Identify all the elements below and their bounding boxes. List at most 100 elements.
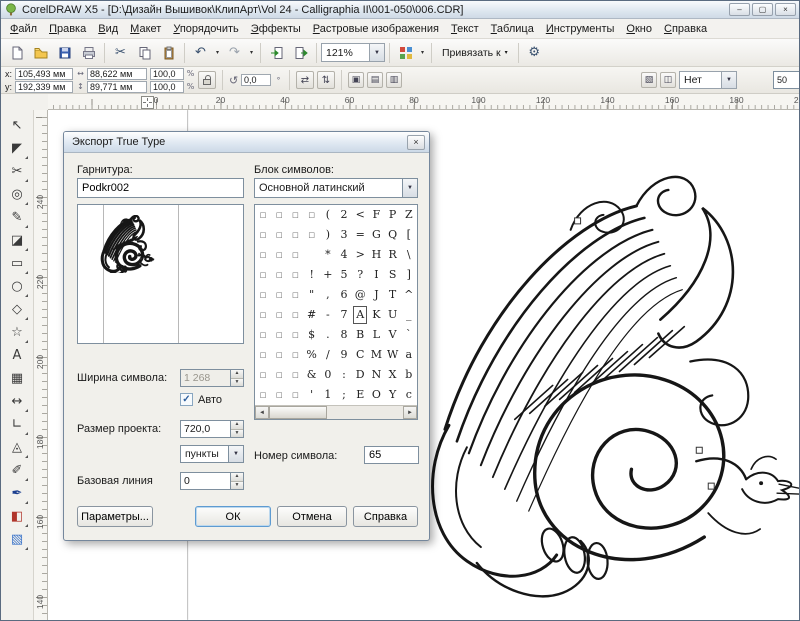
dropdown-icon[interactable]: ▼ bbox=[369, 44, 384, 61]
char-cell[interactable]: 6 bbox=[336, 285, 352, 305]
char-cell[interactable] bbox=[304, 245, 320, 265]
char-cell[interactable]: □ bbox=[255, 265, 271, 285]
to-front-button[interactable]: ▧ bbox=[641, 72, 657, 88]
char-cell[interactable]: I bbox=[368, 265, 384, 285]
scroll-left-icon[interactable]: ◄ bbox=[255, 406, 269, 419]
char-cell[interactable]: 2 bbox=[336, 205, 352, 225]
char-cell[interactable]: @ bbox=[352, 285, 368, 305]
char-cell[interactable]: □ bbox=[255, 385, 271, 405]
auto-checkbox[interactable]: ✓ Авто bbox=[180, 393, 222, 406]
char-cell[interactable]: □ bbox=[255, 365, 271, 385]
char-cell[interactable]: □ bbox=[287, 205, 303, 225]
char-cell[interactable]: ) bbox=[320, 225, 336, 245]
crop-tool[interactable]: ✂ bbox=[5, 160, 29, 183]
wrap-text-button-1[interactable]: ▣ bbox=[348, 72, 364, 88]
pick-tool[interactable]: ↖ bbox=[5, 114, 29, 137]
char-cell[interactable]: □ bbox=[255, 345, 271, 365]
application-launcher-button[interactable] bbox=[394, 42, 417, 64]
char-cell[interactable]: 1 bbox=[320, 385, 336, 405]
char-cell[interactable]: V bbox=[385, 325, 401, 345]
cancel-button[interactable]: Отмена bbox=[277, 506, 347, 527]
mirror-horizontal-button[interactable]: ⇄ bbox=[296, 71, 314, 89]
zoom-level-combo[interactable]: 121% ▼ bbox=[321, 43, 385, 62]
scrollbar-thumb[interactable] bbox=[269, 406, 327, 419]
menu-item-11[interactable]: Справка bbox=[658, 20, 713, 38]
char-cell[interactable]: c bbox=[401, 385, 417, 405]
launcher-dropdown[interactable]: ▾ bbox=[418, 42, 427, 64]
char-grid-scrollbar[interactable]: ◄ ► bbox=[255, 405, 417, 419]
char-cell[interactable]: □ bbox=[271, 265, 287, 285]
char-cell[interactable]: □ bbox=[255, 325, 271, 345]
minimize-button[interactable]: – bbox=[729, 3, 750, 16]
char-cell[interactable]: □ bbox=[255, 205, 271, 225]
ok-button[interactable]: ОК bbox=[195, 506, 271, 527]
char-cell[interactable]: □ bbox=[287, 325, 303, 345]
mirror-vertical-button[interactable]: ⇅ bbox=[317, 71, 335, 89]
ruler-origin[interactable] bbox=[141, 96, 154, 109]
baseline-spinner[interactable]: 0 ▲▼ bbox=[180, 472, 244, 490]
checkbox-check-icon[interactable]: ✓ bbox=[180, 393, 193, 406]
project-size-spinner[interactable]: 720,0 ▲▼ bbox=[180, 420, 244, 438]
char-cell[interactable]: 3 bbox=[336, 225, 352, 245]
dialog-close-button[interactable]: × bbox=[407, 135, 425, 150]
dropdown-icon[interactable]: ▼ bbox=[721, 72, 736, 88]
char-cell[interactable]: N bbox=[368, 365, 384, 385]
char-cell[interactable]: E bbox=[352, 385, 368, 405]
char-cell[interactable]: □ bbox=[271, 245, 287, 265]
menu-item-6[interactable]: Растровые изображения bbox=[307, 20, 445, 38]
char-cell[interactable]: □ bbox=[255, 245, 271, 265]
spin-down-icon[interactable]: ▼ bbox=[231, 481, 243, 490]
char-cell[interactable]: & bbox=[304, 365, 320, 385]
char-cell[interactable]: □ bbox=[271, 345, 287, 365]
char-cell[interactable]: □ bbox=[287, 305, 303, 325]
char-cell[interactable]: K bbox=[368, 305, 384, 325]
char-cell[interactable]: Q bbox=[385, 225, 401, 245]
cut-button[interactable]: ✂ bbox=[109, 42, 132, 64]
char-cell[interactable]: ( bbox=[320, 205, 336, 225]
char-cell[interactable]: L bbox=[368, 325, 384, 345]
object-width-field[interactable]: 88,622 мм bbox=[87, 68, 147, 80]
save-button[interactable] bbox=[53, 42, 76, 64]
clipped-spinner-value[interactable]: 50 bbox=[773, 71, 800, 89]
char-cell[interactable]: □ bbox=[271, 285, 287, 305]
snap-to-button[interactable]: Привязать к ▾ bbox=[436, 43, 514, 63]
char-cell[interactable]: < bbox=[352, 205, 368, 225]
units-select[interactable]: пункты ▼ bbox=[180, 445, 244, 463]
char-cell[interactable]: \ bbox=[401, 245, 417, 265]
char-cell[interactable]: a bbox=[401, 345, 417, 365]
node-marker[interactable] bbox=[575, 218, 581, 224]
redo-dropdown[interactable]: ▾ bbox=[247, 42, 256, 64]
menu-item-4[interactable]: Упорядочить bbox=[167, 20, 244, 38]
char-cell[interactable]: Y bbox=[385, 385, 401, 405]
char-cell[interactable]: ? bbox=[352, 265, 368, 285]
char-cell[interactable]: □ bbox=[287, 385, 303, 405]
baseline-value[interactable]: 0 bbox=[180, 472, 230, 490]
char-cell[interactable]: □ bbox=[304, 225, 320, 245]
char-cell[interactable]: . bbox=[320, 325, 336, 345]
menu-item-1[interactable]: Правка bbox=[43, 20, 92, 38]
char-cell[interactable]: _ bbox=[401, 305, 417, 325]
char-cell[interactable]: / bbox=[320, 345, 336, 365]
horizontal-ruler[interactable]: 020406080100120140160180200 bbox=[48, 94, 799, 110]
import-button[interactable] bbox=[265, 42, 288, 64]
shape-tool[interactable]: ◤ bbox=[5, 137, 29, 160]
char-cell[interactable]: P bbox=[385, 205, 401, 225]
char-cell[interactable]: [ bbox=[401, 225, 417, 245]
char-cell[interactable]: F bbox=[368, 205, 384, 225]
ellipse-tool[interactable]: ○ bbox=[5, 275, 29, 298]
menu-item-10[interactable]: Окно bbox=[620, 20, 658, 38]
undo-dropdown[interactable]: ▾ bbox=[213, 42, 222, 64]
char-cell[interactable]: □ bbox=[255, 285, 271, 305]
clipped-right-spinner[interactable]: 50 ▲▼ bbox=[773, 71, 800, 89]
y-coordinate-field[interactable]: 192,339 мм bbox=[15, 81, 73, 93]
font-family-input[interactable] bbox=[77, 178, 244, 198]
paste-button[interactable] bbox=[157, 42, 180, 64]
export-button[interactable] bbox=[289, 42, 312, 64]
smart-fill-tool[interactable]: ◪ bbox=[5, 229, 29, 252]
freehand-tool[interactable]: ✎ bbox=[5, 206, 29, 229]
char-cell[interactable]: □ bbox=[304, 205, 320, 225]
menu-item-8[interactable]: Таблица bbox=[485, 20, 540, 38]
basic-shapes-tool[interactable]: ☆ bbox=[5, 321, 29, 344]
zoom-tool[interactable]: ◎ bbox=[5, 183, 29, 206]
char-cell[interactable]: > bbox=[352, 245, 368, 265]
